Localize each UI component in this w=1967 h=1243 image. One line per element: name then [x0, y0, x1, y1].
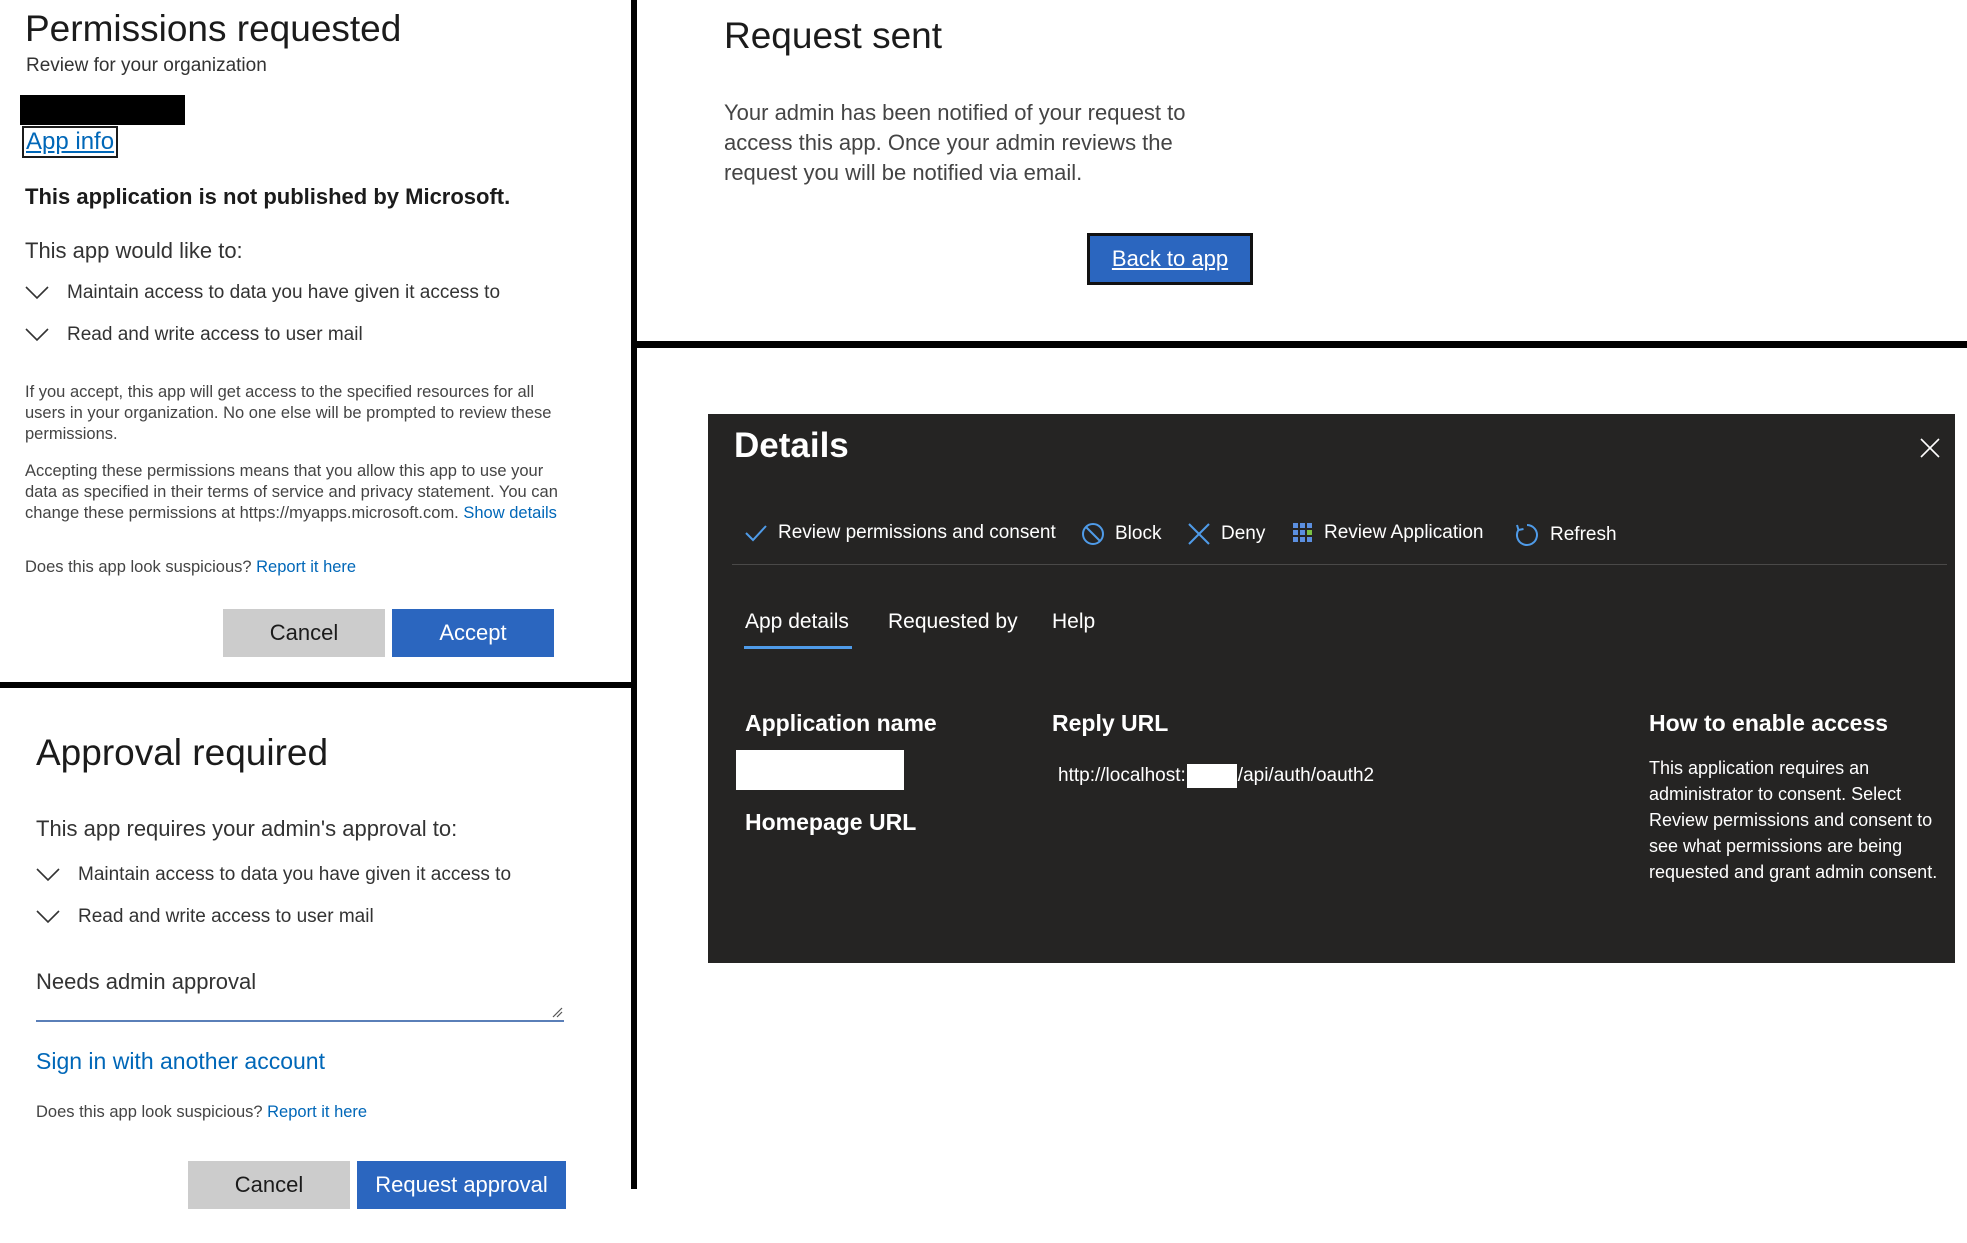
permission-label: Maintain access to data you have given i… [78, 864, 512, 885]
cancel-button[interactable]: Cancel [188, 1161, 350, 1209]
application-name-label: Application name [745, 710, 937, 736]
toolbar-divider [732, 564, 1947, 565]
horizontal-divider-right [637, 341, 1967, 348]
chevron-down-icon [36, 868, 60, 882]
suspicious-label: Does this app look suspicious? [36, 1103, 263, 1121]
permission-item[interactable]: Maintain access to data you have given i… [25, 282, 500, 304]
report-link[interactable]: Report it here [267, 1103, 367, 1121]
approval-title: Approval required [36, 732, 329, 773]
review-application-label: Review Application [1324, 522, 1484, 543]
permission-label: Read and write access to user mail [67, 324, 363, 345]
request-sent-body: Your admin has been notified of your req… [724, 100, 1186, 185]
app-grid-icon [1293, 523, 1312, 542]
textarea-underline [36, 1020, 564, 1022]
tab-app-details[interactable]: App details [745, 610, 849, 634]
details-title: Details [734, 426, 849, 465]
redacted-app-name [20, 95, 185, 125]
refresh-icon [1515, 524, 1538, 546]
redacted-application-name [736, 750, 904, 790]
permission-item[interactable]: Read and write access to user mail [36, 906, 374, 928]
suspicious-text: Does this app look suspicious? Report it… [25, 558, 356, 577]
terms-text: Accepting these permissions means that y… [25, 461, 560, 524]
how-to-enable-text: This application requires an administrat… [1649, 758, 1938, 882]
would-like-heading: This app would like to: [25, 238, 243, 263]
deny-button[interactable]: Deny [1187, 522, 1265, 546]
chevron-down-icon [36, 910, 60, 924]
resize-handle-icon[interactable] [551, 1006, 563, 1018]
sign-in-another-account-link[interactable]: Sign in with another account [36, 1048, 325, 1075]
permission-item[interactable]: Read and write access to user mail [25, 324, 363, 346]
tab-requested-by[interactable]: Requested by [888, 610, 1018, 634]
request-sent-title: Request sent [724, 15, 943, 56]
block-button[interactable]: Block [1081, 522, 1161, 546]
review-permissions-button[interactable]: Review permissions and consent [744, 522, 1056, 544]
request-approval-button[interactable]: Request approval [357, 1161, 566, 1209]
close-icon[interactable] [1918, 436, 1942, 460]
block-label: Block [1115, 523, 1162, 544]
block-icon [1082, 523, 1104, 545]
homepage-url-label: Homepage URL [745, 809, 917, 835]
details-panel: Details Review permissions and consent B… [708, 414, 1955, 963]
app-info-link[interactable]: App info [21, 126, 119, 158]
vertical-divider [631, 0, 637, 1189]
suspicious-label: Does this app look suspicious? [25, 558, 252, 576]
chevron-down-icon [25, 328, 49, 342]
accept-button[interactable]: Accept [392, 609, 554, 657]
reply-url-value: http://localhost: /api/auth/oauth2 [1058, 764, 1374, 788]
review-permissions-label: Review permissions and consent [778, 522, 1056, 543]
report-link[interactable]: Report it here [256, 558, 356, 576]
permission-label: Read and write access to user mail [78, 906, 374, 927]
tab-help[interactable]: Help [1052, 610, 1095, 634]
permission-label: Maintain access to data you have given i… [67, 282, 501, 303]
permission-item[interactable]: Maintain access to data you have given i… [36, 864, 511, 886]
refresh-label: Refresh [1550, 524, 1617, 545]
consent-info-text: If you accept, this app will get access … [25, 383, 552, 443]
back-to-app-button[interactable]: Back to app [1087, 233, 1253, 285]
redacted-port [1186, 764, 1237, 788]
reply-url-suffix: /api/auth/oauth2 [1237, 765, 1375, 786]
not-published-warning: This application is not published by Mic… [25, 184, 511, 209]
page-subtitle: Review for your organization [26, 55, 267, 76]
active-tab-indicator [744, 646, 852, 649]
reply-url-prefix: http://localhost: [1058, 765, 1186, 786]
show-details-link[interactable]: Show details [463, 504, 557, 522]
horizontal-divider-left [0, 682, 634, 688]
checkmark-icon [745, 525, 767, 542]
refresh-button[interactable]: Refresh [1514, 522, 1617, 548]
page-title: Permissions requested [25, 8, 402, 49]
deny-label: Deny [1221, 523, 1266, 544]
justification-textarea[interactable]: Needs admin approval [36, 969, 256, 995]
chevron-down-icon [25, 286, 49, 300]
review-application-button[interactable]: Review Application [1292, 522, 1483, 544]
cancel-button[interactable]: Cancel [223, 609, 385, 657]
reply-url-label: Reply URL [1052, 710, 1169, 736]
how-to-enable-label: How to enable access [1649, 710, 1889, 736]
suspicious-text: Does this app look suspicious? Report it… [36, 1103, 367, 1122]
deny-icon [1188, 523, 1210, 545]
requires-approval-text: This app requires your admin's approval … [36, 816, 458, 841]
